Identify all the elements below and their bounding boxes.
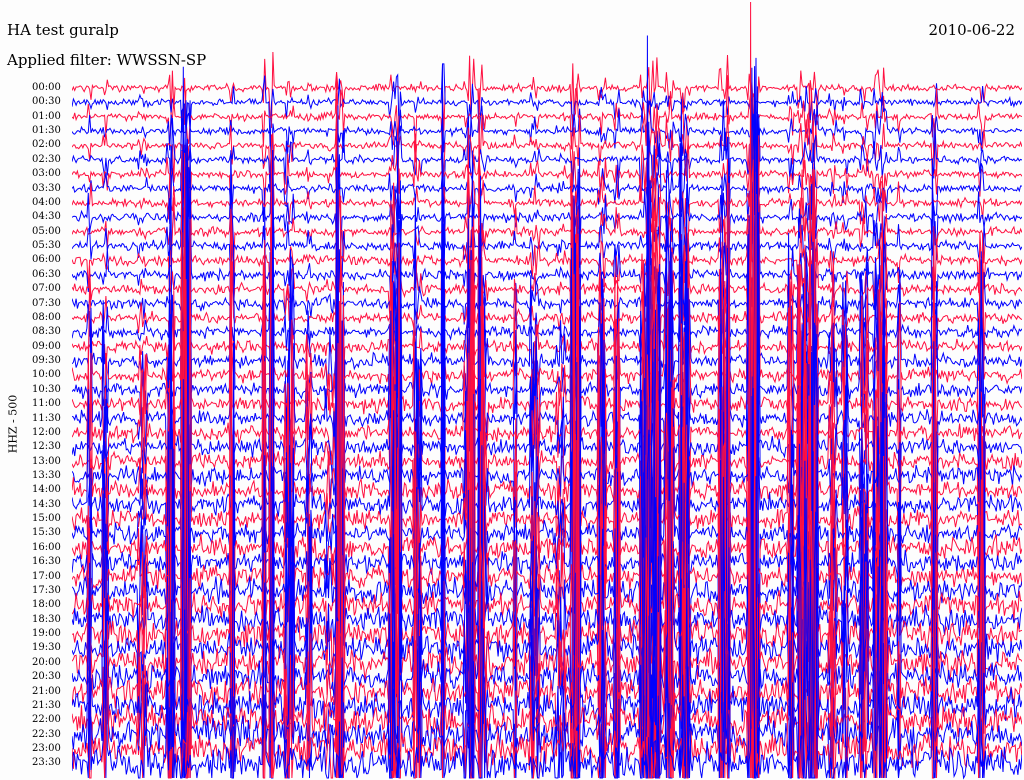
trace-row [72, 63, 1022, 157]
time-tick-label: 19:00 [32, 628, 61, 640]
time-tick-label: 07:00 [32, 283, 61, 295]
time-tick-label: 05:30 [32, 240, 61, 252]
time-tick-label: 12:30 [32, 441, 61, 453]
time-tick-label: 10:00 [32, 369, 61, 381]
time-tick-label: 00:00 [32, 82, 61, 93]
time-tick-label: 02:00 [32, 139, 61, 151]
time-tick-label: 21:00 [32, 685, 61, 697]
trace-row [72, 51, 1022, 135]
time-tick-label: 15:30 [32, 527, 61, 539]
time-tick-label: 05:00 [32, 225, 61, 237]
time-tick-label: 15:00 [32, 513, 61, 525]
time-tick-label: 08:00 [32, 311, 61, 323]
time-tick-label: 07:30 [32, 297, 61, 309]
time-tick-label: 17:00 [32, 570, 61, 582]
time-tick-label: 22:00 [32, 714, 61, 726]
time-tick-label: 06:30 [32, 268, 61, 280]
time-tick-label: 09:30 [32, 355, 61, 367]
time-tick-label: 16:00 [32, 541, 61, 553]
time-tick-label: 04:00 [32, 196, 61, 208]
time-tick-label: 21:30 [32, 699, 61, 711]
time-tick-label: 18:00 [32, 599, 61, 611]
seismogram-plot [72, 1, 1022, 780]
time-tick-label: 20:00 [32, 656, 61, 668]
time-tick-label: 12:00 [32, 426, 61, 438]
time-tick-label: 20:30 [32, 671, 61, 683]
time-tick-label: 03:00 [32, 168, 61, 180]
time-tick-label: 14:30 [32, 498, 61, 510]
time-tick-label: 17:30 [32, 584, 61, 596]
time-tick-label: 09:00 [32, 340, 61, 352]
time-tick-label: 14:00 [32, 484, 61, 496]
time-tick-label: 11:30 [32, 412, 61, 424]
time-tick-label: 00:30 [32, 96, 61, 108]
time-tick-label: 13:00 [32, 455, 61, 467]
time-tick-label: 02:30 [32, 153, 61, 165]
time-tick-label: 19:30 [32, 642, 61, 654]
time-tick-label: 23:00 [32, 743, 61, 755]
time-tick-label: 01:00 [32, 110, 61, 122]
time-tick-label: 16:30 [32, 556, 61, 568]
time-tick-label: 23:30 [32, 757, 61, 769]
time-tick-label: 04:30 [32, 211, 61, 223]
time-tick-label: 01:30 [32, 125, 61, 137]
time-tick-label: 11:00 [32, 398, 61, 410]
time-tick-label: 10:30 [32, 383, 61, 395]
helicorder-chart: HA test guralp Applied filter: WWSSN-SP … [0, 0, 1024, 780]
time-tick-label: 06:00 [32, 254, 61, 266]
time-tick-label: 22:30 [32, 728, 61, 740]
time-tick-label: 13:30 [32, 469, 61, 481]
time-tick-label: 18:30 [32, 613, 61, 625]
time-tick-label: 03:30 [32, 182, 61, 194]
time-axis: 00:00 00:30 01:00 01:30 02:00 02:30 03:00 03:30… [0, 0, 70, 780]
time-tick-label: 08:30 [32, 326, 61, 338]
